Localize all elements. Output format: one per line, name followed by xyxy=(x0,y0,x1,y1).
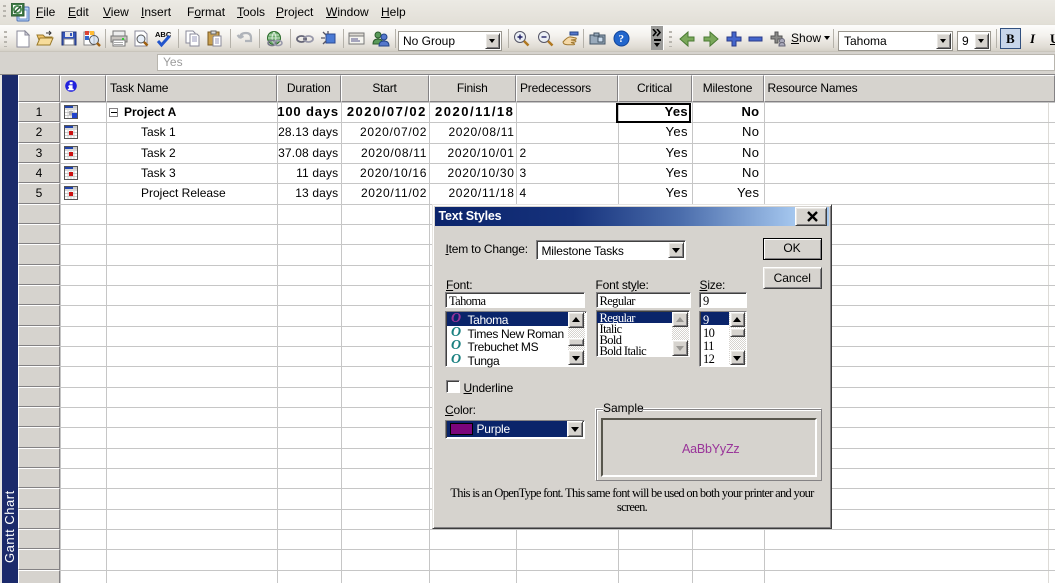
svg-text:?: ? xyxy=(619,33,625,45)
